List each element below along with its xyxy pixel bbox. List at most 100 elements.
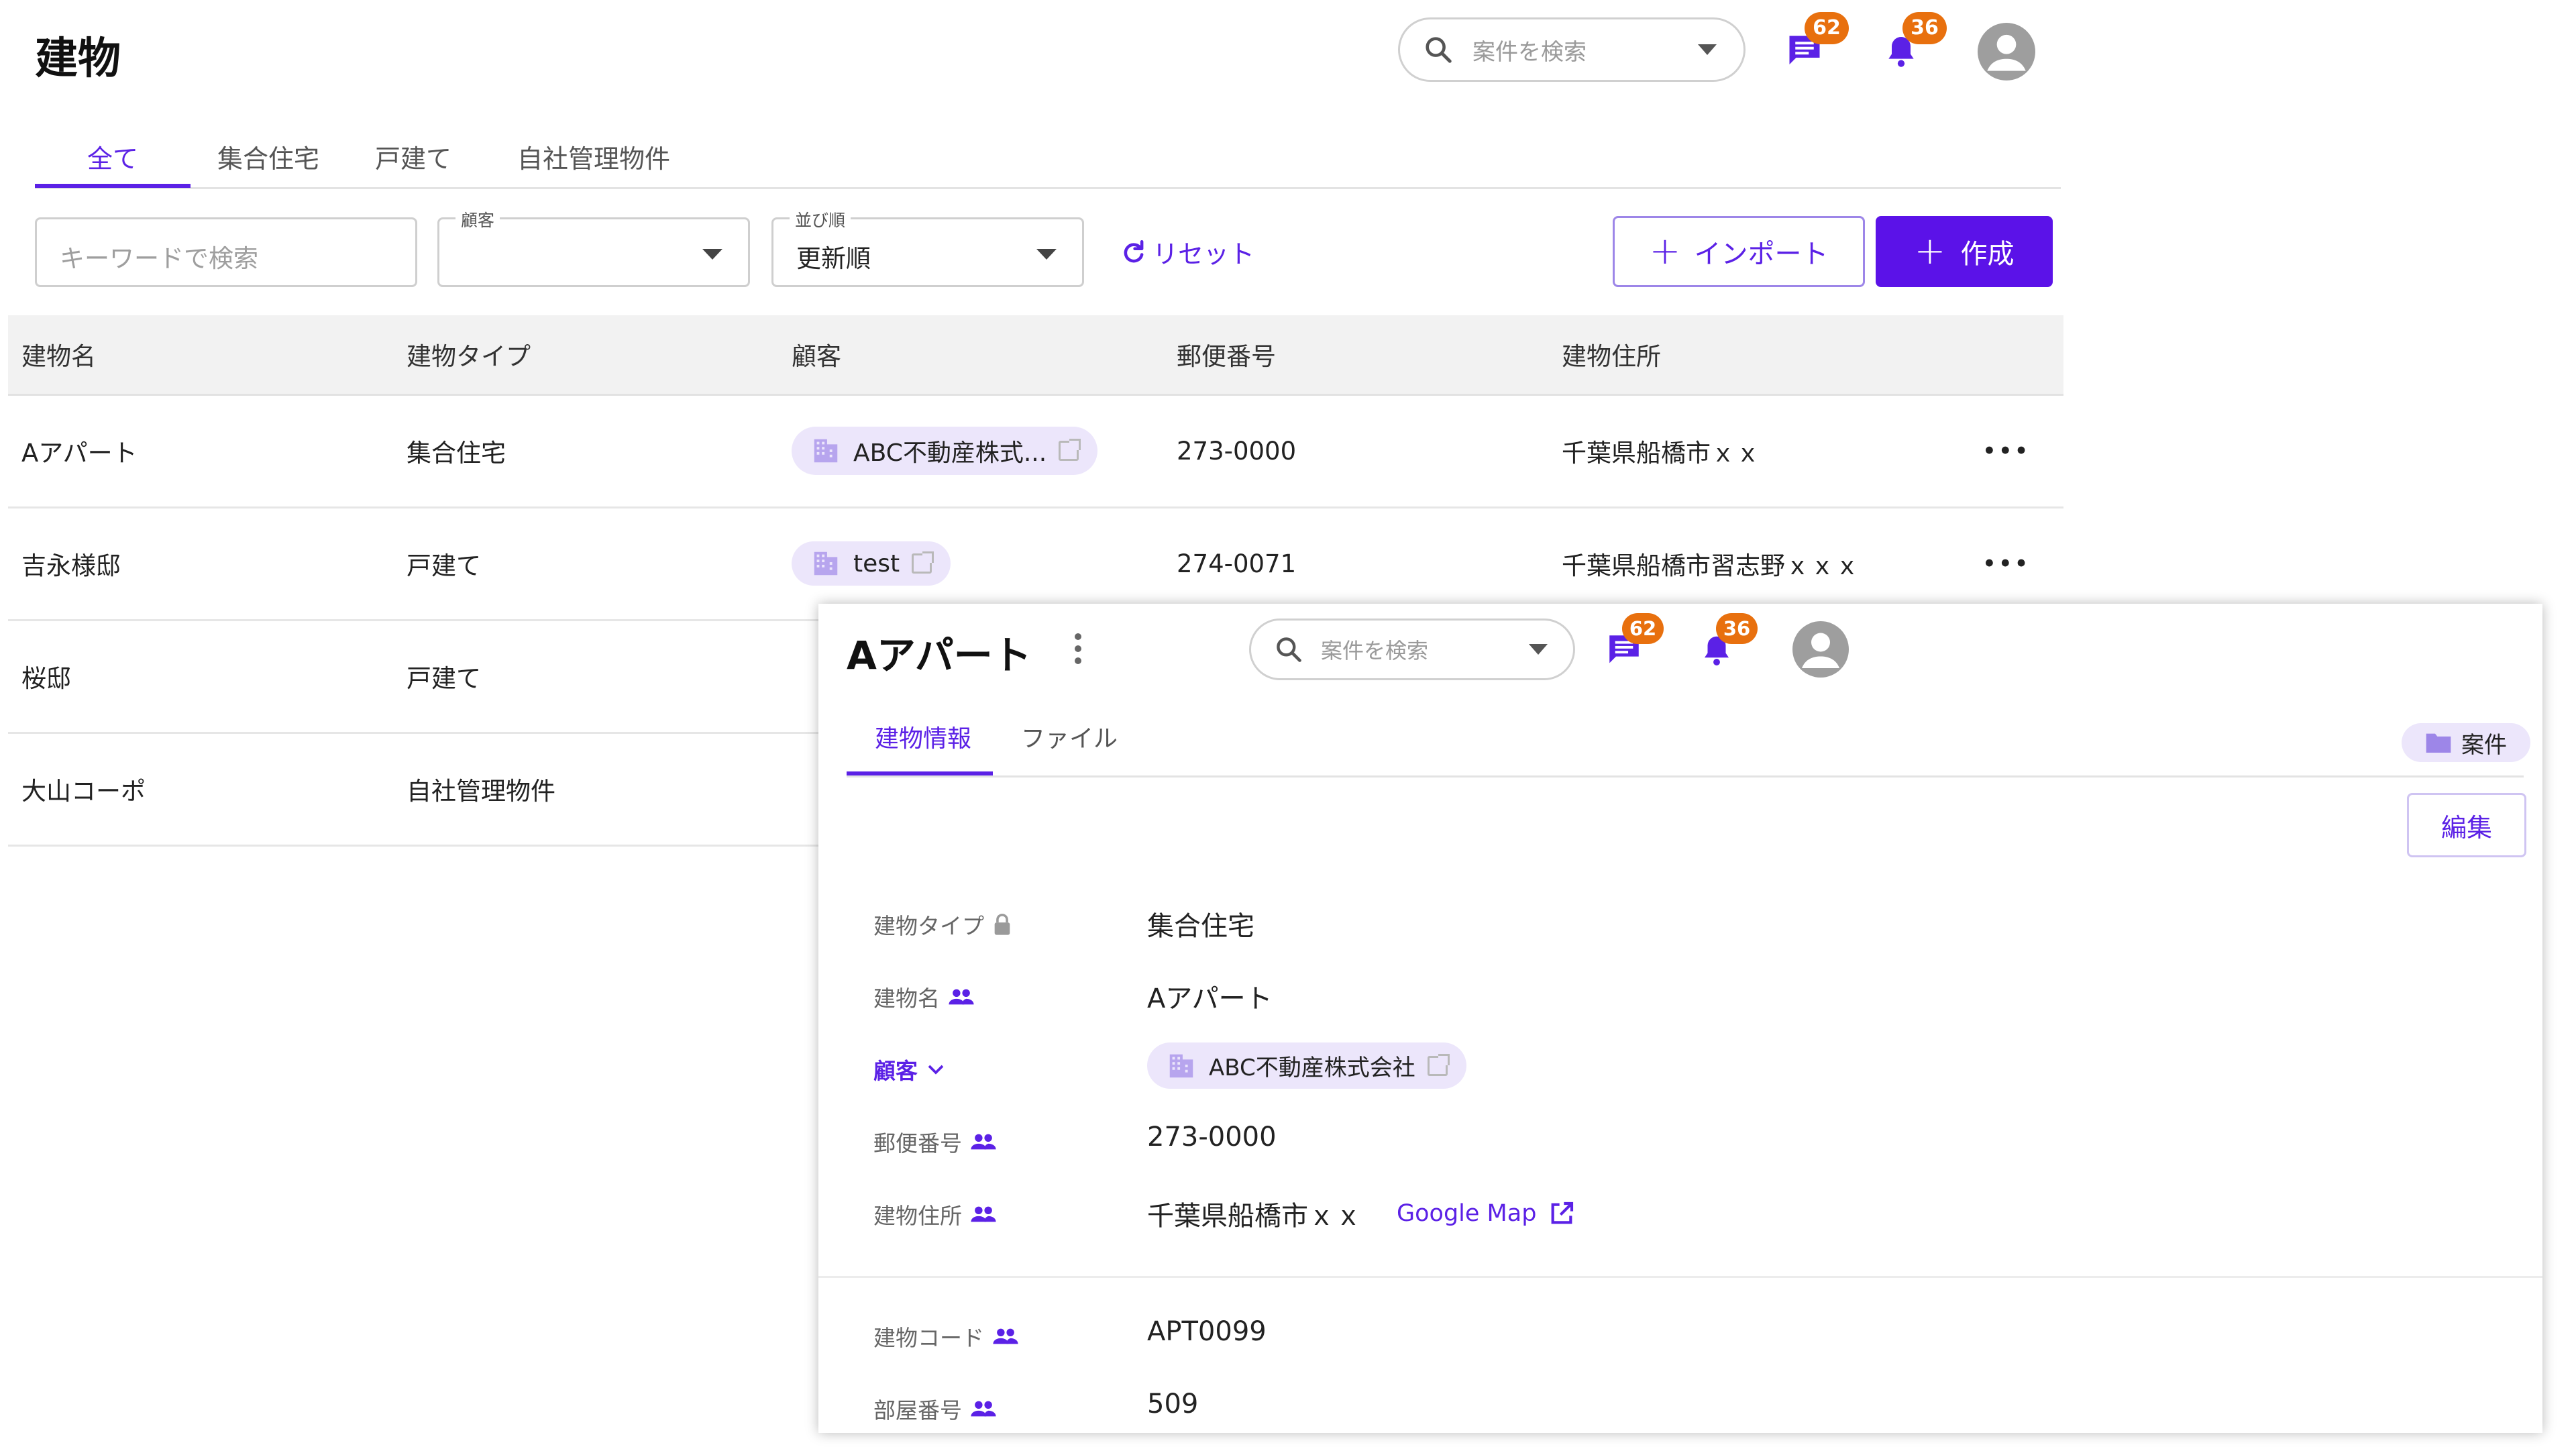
search-icon xyxy=(1277,637,1301,662)
field-value-name: Aアパート xyxy=(1147,983,1273,1014)
chevron-down-icon xyxy=(1036,249,1057,260)
chevron-down-icon xyxy=(1529,644,1548,655)
case-search-input[interactable]: 案件を検索 xyxy=(1249,619,1575,680)
field-value-postal: 273-0000 xyxy=(1147,1122,1277,1152)
customer-chip[interactable]: test xyxy=(792,541,951,586)
notification-button[interactable]: 36 xyxy=(1699,613,1758,671)
table-row[interactable]: Aアパート 集合住宅 ABC不動産株式... 273-0000 千葉県船橋市ｘｘ… xyxy=(8,394,2063,508)
customer-chip-label: ABC不動産株式会社 xyxy=(1209,1055,1415,1081)
case-search-input[interactable]: 案件を検索 xyxy=(1398,17,1746,82)
search-icon xyxy=(1426,37,1452,63)
field-value-code: APT0099 xyxy=(1147,1316,1267,1347)
case-chip[interactable]: 案件 xyxy=(2402,723,2530,762)
keyword-search-input[interactable]: キーワードで検索 xyxy=(35,217,417,287)
chat-badge: 62 xyxy=(1622,613,1664,644)
customer-chip[interactable]: ABC不動産株式会社 xyxy=(1147,1042,1466,1089)
field-label-code: 建物コード xyxy=(873,1320,1019,1352)
chat-button[interactable]: 62 xyxy=(1605,613,1664,671)
customer-chip[interactable]: ABC不動産株式... xyxy=(792,427,1098,475)
building-icon xyxy=(814,551,838,576)
avatar[interactable] xyxy=(1792,621,1849,678)
cell-name: 桜邸 xyxy=(8,620,393,734)
external-link-icon[interactable] xyxy=(1059,439,1081,461)
column-header-postal[interactable]: 郵便番号 xyxy=(1163,315,1548,396)
tab-building-info[interactable]: 建物情報 xyxy=(875,719,971,754)
table-row[interactable]: 吉永様邸 戸建て test 274-0071 千葉県船橋市習志野ｘｘｘ ••• xyxy=(8,507,2063,621)
reset-label: リセット xyxy=(1152,239,1255,269)
detail-title: Aアパート xyxy=(847,633,1032,678)
tab-all[interactable]: 全て xyxy=(35,138,191,175)
sort-select-label: 並び順 xyxy=(790,207,851,231)
tab-apartment[interactable]: 集合住宅 xyxy=(191,138,346,175)
tab-own-managed[interactable]: 自社管理物件 xyxy=(496,138,691,175)
external-link-icon[interactable] xyxy=(912,551,934,574)
column-header-name[interactable]: 建物名 xyxy=(8,315,393,396)
table-header-row: 建物名 建物タイプ 顧客 郵便番号 建物住所 xyxy=(8,315,2063,396)
field-label-customer[interactable]: 顧客 xyxy=(873,1053,946,1085)
user-icon xyxy=(1987,34,2026,71)
cell-name: Aアパート xyxy=(8,394,393,508)
search-placeholder: 案件を検索 xyxy=(1472,38,1587,66)
tab-detached[interactable]: 戸建て xyxy=(346,138,480,175)
cell-name: 大山コーポ xyxy=(8,733,393,847)
column-header-customer[interactable]: 顧客 xyxy=(778,315,1163,396)
cell-address: 千葉県船橋市習志野ｘｘｘ xyxy=(1548,507,1933,621)
edit-button[interactable]: 編集 xyxy=(2407,793,2526,857)
sort-select[interactable]: 並び順 更新順 xyxy=(771,207,1084,287)
field-value-customer: ABC不動産株式会社 xyxy=(1147,1042,1466,1089)
people-icon xyxy=(971,1206,996,1222)
row-more-icon[interactable]: ••• xyxy=(1933,507,2063,621)
column-header-actions xyxy=(1933,315,2063,396)
notification-badge: 36 xyxy=(1716,613,1758,644)
row-more-icon[interactable]: ••• xyxy=(1933,394,2063,508)
chat-badge: 62 xyxy=(1805,12,1849,44)
cell-postal: 274-0071 xyxy=(1163,507,1548,621)
notification-button[interactable]: 36 xyxy=(1882,12,1947,74)
cell-address: 千葉県船橋市ｘｘ xyxy=(1548,394,1933,508)
customer-select[interactable]: 顧客 xyxy=(437,207,750,287)
column-header-address[interactable]: 建物住所 xyxy=(1548,315,1933,396)
field-label-type: 建物タイプ xyxy=(873,908,1012,941)
cell-customer: ABC不動産株式... xyxy=(778,394,1163,508)
cell-postal: 273-0000 xyxy=(1163,394,1548,508)
create-label: 作成 xyxy=(1960,239,2015,270)
cell-customer: test xyxy=(778,507,1163,621)
search-placeholder: 案件を検索 xyxy=(1321,638,1429,663)
avatar[interactable] xyxy=(1978,23,2035,80)
external-link-icon[interactable] xyxy=(1427,1053,1450,1076)
field-label-address: 建物住所 xyxy=(873,1198,997,1230)
cell-type: 戸建て xyxy=(393,507,778,621)
import-button[interactable]: + インポート xyxy=(1613,216,1865,287)
create-button[interactable]: + 作成 xyxy=(1876,216,2053,287)
chat-button[interactable]: 62 xyxy=(1784,12,1849,74)
active-tab-indicator xyxy=(35,184,191,188)
column-header-type[interactable]: 建物タイプ xyxy=(393,315,778,396)
page-title: 建物 xyxy=(35,34,121,84)
tab-files[interactable]: ファイル xyxy=(1021,719,1118,754)
people-icon xyxy=(949,989,974,1005)
customer-chip-label: test xyxy=(853,549,900,578)
building-detail-panel: Aアパート 案件を検索 62 36 建物情報 ファイル 案件 編集 建物タイプ … xyxy=(818,604,2542,1433)
keyword-placeholder: キーワードで検索 xyxy=(60,244,258,273)
field-value-type: 集合住宅 xyxy=(1147,911,1254,942)
people-icon xyxy=(971,1134,996,1150)
folder-icon xyxy=(2426,733,2451,753)
chevron-down-icon xyxy=(1698,44,1717,55)
section-divider xyxy=(818,1276,2542,1278)
cell-type: 自社管理物件 xyxy=(393,733,778,847)
address-text: 千葉県船橋市ｘｘ xyxy=(1147,1201,1362,1232)
field-label-name: 建物名 xyxy=(873,981,975,1013)
people-icon xyxy=(971,1401,996,1417)
field-value-address: 千葉県船橋市ｘｘ Google Map xyxy=(1147,1194,1575,1233)
people-icon xyxy=(993,1328,1018,1344)
google-map-link[interactable]: Google Map xyxy=(1397,1200,1575,1227)
more-vert-icon[interactable] xyxy=(1075,633,1083,669)
cell-name: 吉永様邸 xyxy=(8,507,393,621)
cell-type: 戸建て xyxy=(393,620,778,734)
customer-chip-label: ABC不動産株式... xyxy=(853,439,1047,467)
reset-button[interactable]: リセット xyxy=(1119,233,1254,270)
tab-divider xyxy=(847,775,2524,777)
field-value-room: 509 xyxy=(1147,1389,1199,1419)
case-chip-label: 案件 xyxy=(2461,731,2507,759)
chevron-down-icon xyxy=(928,1065,944,1075)
